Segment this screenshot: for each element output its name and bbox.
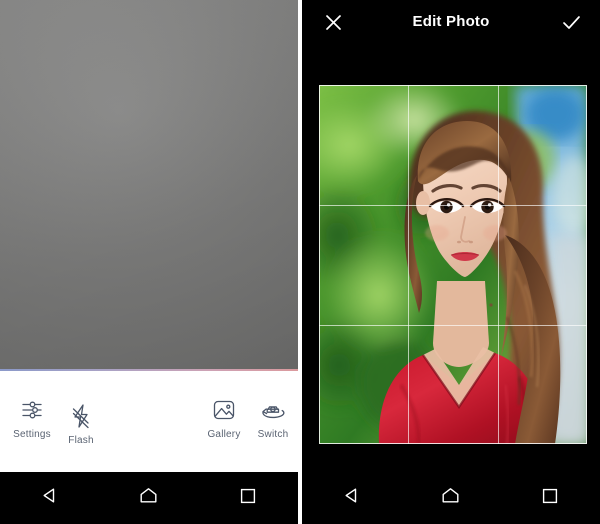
crop-grid-line-vertical-2 [498, 85, 499, 444]
android-navbar-right [302, 472, 600, 524]
recents-button[interactable] [525, 478, 575, 518]
android-navbar-left [0, 472, 298, 524]
camera-rotate-icon [260, 395, 286, 425]
camera-controls-bar: Settings Flash Gallery Switch [0, 371, 298, 472]
home-icon [441, 487, 460, 509]
crop-mask-right [587, 85, 600, 444]
edit-photo-screen: Edit Photo [302, 0, 600, 524]
home-button[interactable] [124, 478, 174, 518]
switch-camera-button[interactable]: Switch [243, 395, 298, 441]
back-triangle-icon [41, 487, 58, 509]
crop-grid-line-vertical-1 [408, 85, 409, 444]
flash-button[interactable]: Flash [51, 401, 111, 447]
home-button[interactable] [426, 478, 476, 518]
home-icon [139, 487, 158, 509]
switch-label: Switch [257, 429, 289, 440]
dual-phone-screenshot: Settings Flash Gallery Switch Edit Photo [0, 0, 600, 524]
back-triangle-icon [343, 487, 360, 509]
image-icon [212, 395, 236, 425]
square-icon [542, 488, 558, 509]
camera-preview[interactable] [0, 0, 298, 371]
gallery-label: Gallery [207, 429, 241, 440]
back-button[interactable] [25, 478, 75, 518]
camera-capture-screen: Settings Flash Gallery Switch [0, 0, 298, 524]
done-button[interactable] [556, 10, 586, 40]
back-button[interactable] [327, 478, 377, 518]
photo-crop-stage[interactable] [302, 85, 600, 445]
square-icon [240, 488, 256, 509]
flash-off-icon [69, 401, 93, 431]
sliders-icon [20, 395, 44, 425]
settings-label: Settings [13, 429, 51, 440]
recents-button[interactable] [223, 478, 273, 518]
crop-grid-line-horizontal-2 [319, 325, 587, 326]
checkmark-icon [561, 13, 582, 37]
edit-photo-header: Edit Photo [302, 0, 600, 85]
crop-grid-line-horizontal-1 [319, 205, 587, 206]
photo-crop-preview[interactable] [319, 85, 587, 444]
flash-label: Flash [68, 435, 94, 446]
edit-bottom-space [302, 445, 600, 472]
crop-mask-left [302, 85, 319, 444]
